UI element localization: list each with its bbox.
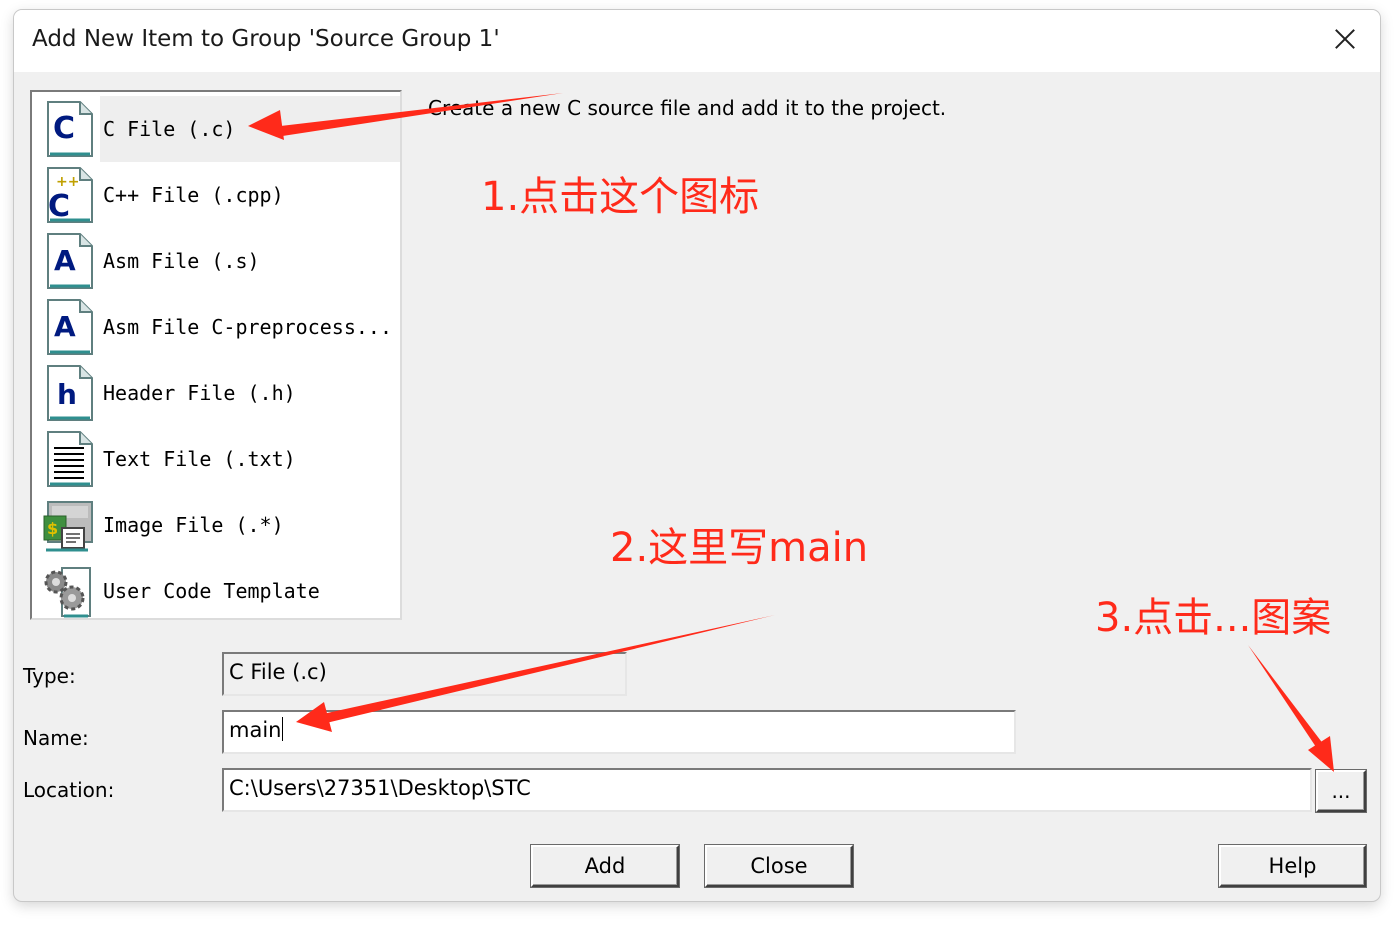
arrow-to-name-input (318, 615, 775, 724)
arrow-head-name-input (296, 702, 332, 732)
arrow-to-c-file (272, 93, 563, 137)
arrow-to-browse-button (1248, 645, 1324, 750)
arrow-head-c-file (248, 110, 284, 140)
annotation-arrows (248, 93, 1334, 772)
